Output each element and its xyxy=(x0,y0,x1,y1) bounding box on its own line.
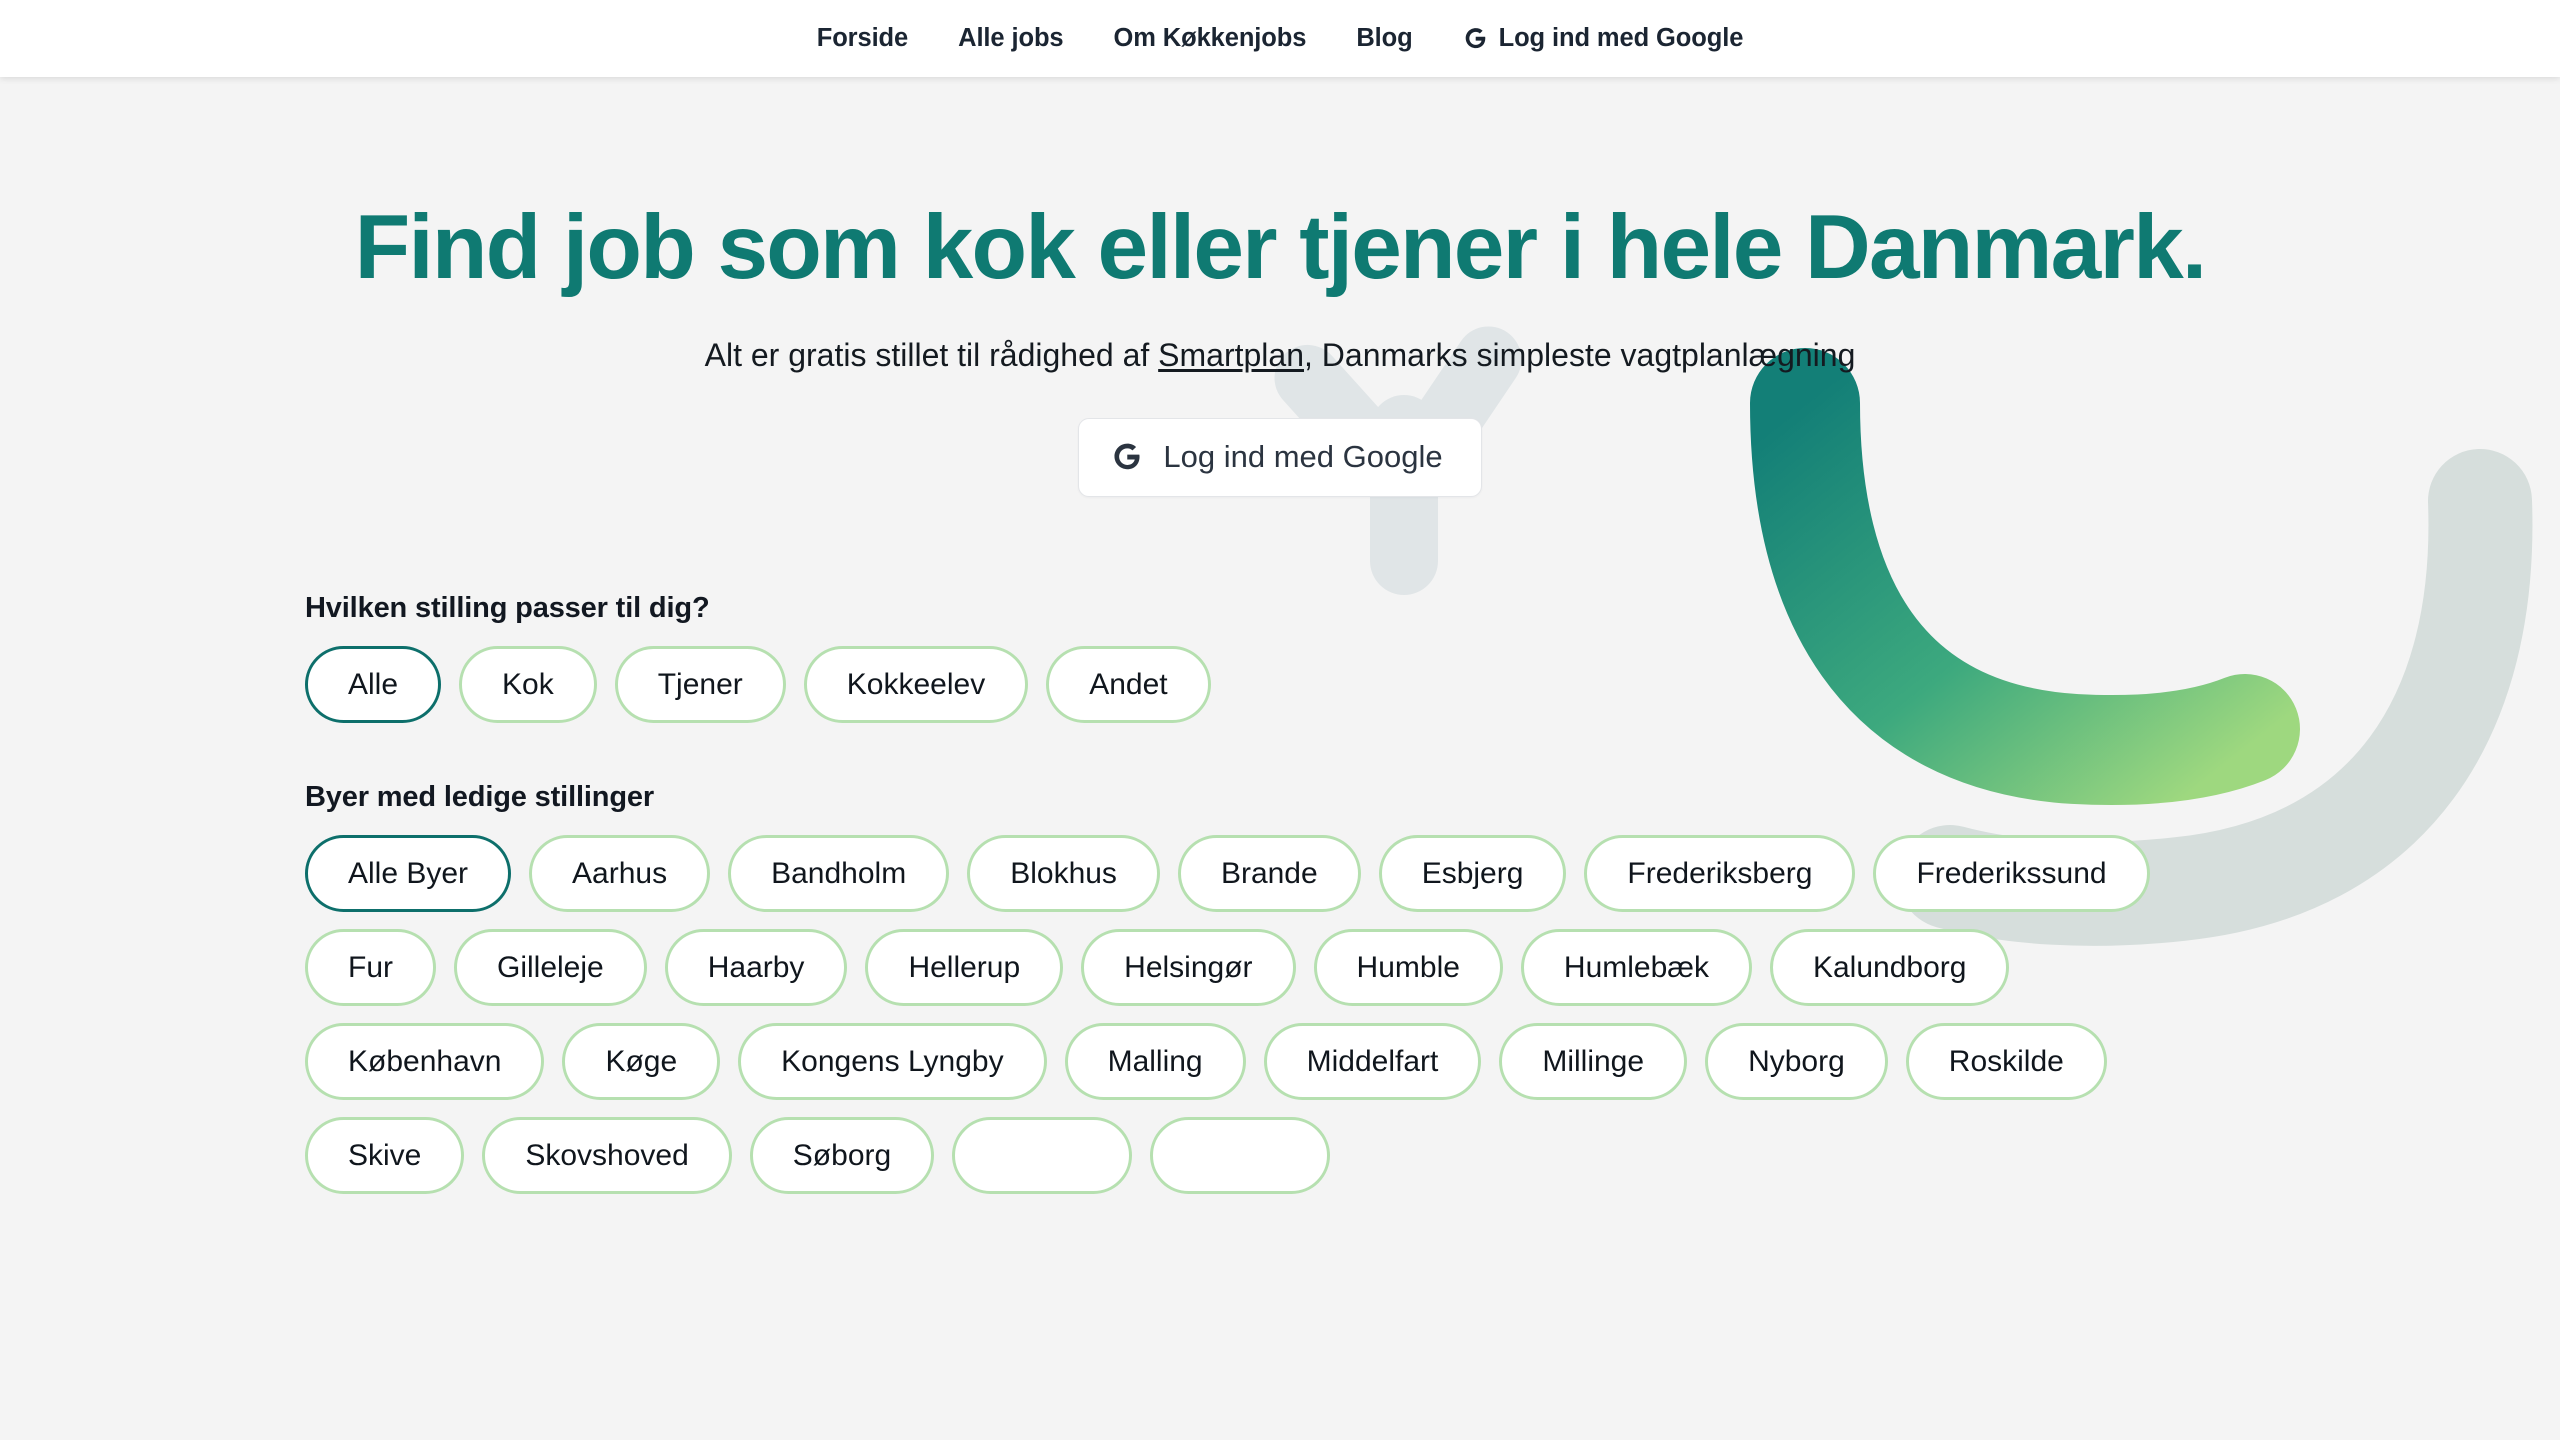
city-chip[interactable]: Humble xyxy=(1313,929,1503,1007)
city-chip[interactable]: Fur xyxy=(305,929,436,1007)
city-chip[interactable]: Millinge xyxy=(1499,1023,1688,1101)
nav-item-om-kokkenjobs[interactable]: Om Køkkenjobs xyxy=(1089,24,1332,53)
hero-section: Find job som kok eller tjener i hele Dan… xyxy=(0,77,2560,498)
login-button-wrapper: Log ind med Google xyxy=(0,418,2560,498)
city-chip[interactable]: Brande xyxy=(1177,835,1361,913)
city-chip[interactable]: Esbjerg xyxy=(1378,835,1567,913)
position-chip[interactable]: Kok xyxy=(459,646,597,724)
city-chip[interactable]: København xyxy=(305,1023,545,1101)
city-chip[interactable]: Kalundborg xyxy=(1769,929,2010,1007)
positions-filter-group: Hvilken stilling passer til dig? Alle Kok… xyxy=(305,592,2440,724)
city-chip[interactable]: Hellerup xyxy=(865,929,1064,1007)
city-chip[interactable]: Humlebæk xyxy=(1520,929,1752,1007)
cities-filter-title: Byer med ledige stillinger xyxy=(305,781,655,814)
city-chip[interactable]: Helsingør xyxy=(1081,929,1296,1007)
city-chip[interactable]: Frederiksberg xyxy=(1584,835,1856,913)
city-chip[interactable]: Haarby xyxy=(664,929,848,1007)
top-navigation-bar: Forside Alle jobs Om Køkkenjobs Blog Log… xyxy=(0,0,2560,77)
filters-section: Hvilken stilling passer til dig? Alle Kok… xyxy=(0,592,2560,1195)
google-login-button-label: Log ind med Google xyxy=(1163,439,1443,475)
hero-subtitle-after: , Danmarks simpleste vagtplanlægning xyxy=(1304,336,1856,373)
city-chip[interactable]: Nyborg xyxy=(1705,1023,1888,1101)
city-chip-row: Alle Byer Aarhus Bandholm Blokhus Brande Esbj… xyxy=(305,835,2265,1195)
nav-item-blog[interactable]: Blog xyxy=(1331,24,1437,53)
city-chip[interactable]: Skovshoved xyxy=(482,1117,732,1195)
google-g-icon xyxy=(1463,26,1488,52)
city-chip[interactable]: Malling xyxy=(1064,1023,1246,1101)
nav-item-forside[interactable]: Forside xyxy=(792,24,933,53)
city-chip[interactable]: Bandholm xyxy=(728,835,950,913)
city-chip[interactable]: Kongens Lyngby xyxy=(738,1023,1047,1101)
nav-item-label: Log ind med Google xyxy=(1498,24,1744,52)
smartplan-link[interactable]: Smartplan xyxy=(1158,337,1304,373)
nav-item-alle-jobs[interactable]: Alle jobs xyxy=(933,24,1088,53)
google-g-icon xyxy=(1111,441,1143,474)
city-chip[interactable]: Skive xyxy=(305,1117,465,1195)
city-chip[interactable]: Alle Byer xyxy=(305,835,512,913)
city-chip[interactable]: Middelfart xyxy=(1263,1023,1482,1101)
position-chip[interactable]: Andet xyxy=(1046,646,1211,724)
position-chip-row: Alle Kok Tjener Kokkeelev Andet xyxy=(305,646,2255,724)
city-chip[interactable] xyxy=(1150,1117,1331,1195)
city-chip[interactable]: Blokhus xyxy=(967,835,1160,913)
nav-item-log-ind-med-google[interactable]: Log ind med Google xyxy=(1438,24,1769,53)
city-chip[interactable]: Køge xyxy=(562,1023,721,1101)
city-chip[interactable]: Søborg xyxy=(749,1117,935,1195)
hero-subtitle: Alt er gratis stillet til rådighed af Sm… xyxy=(0,335,2560,377)
page-content: Find job som kok eller tjener i hele Dan… xyxy=(0,77,2560,1195)
city-chip[interactable]: Roskilde xyxy=(1905,1023,2107,1101)
city-chip[interactable] xyxy=(952,1117,1133,1195)
cities-filter-group: Byer med ledige stillinger Alle Byer Aarh… xyxy=(305,781,2440,1195)
google-login-button[interactable]: Log ind med Google xyxy=(1078,418,1482,498)
positions-filter-title: Hvilken stilling passer til dig? xyxy=(305,592,710,625)
position-chip[interactable]: Kokkeelev xyxy=(803,646,1029,724)
hero-subtitle-before: Alt er gratis stillet til rådighed af xyxy=(704,336,1159,373)
city-chip[interactable]: Aarhus xyxy=(529,835,711,913)
page-title: Find job som kok eller tjener i hele Dan… xyxy=(354,197,2208,298)
city-chip[interactable]: Gilleleje xyxy=(454,929,647,1007)
position-chip[interactable]: Alle xyxy=(305,646,442,724)
position-chip[interactable]: Tjener xyxy=(614,646,786,724)
nav-list: Forside Alle jobs Om Køkkenjobs Blog Log… xyxy=(792,24,1769,53)
city-chip[interactable]: Frederikssund xyxy=(1873,835,2150,913)
